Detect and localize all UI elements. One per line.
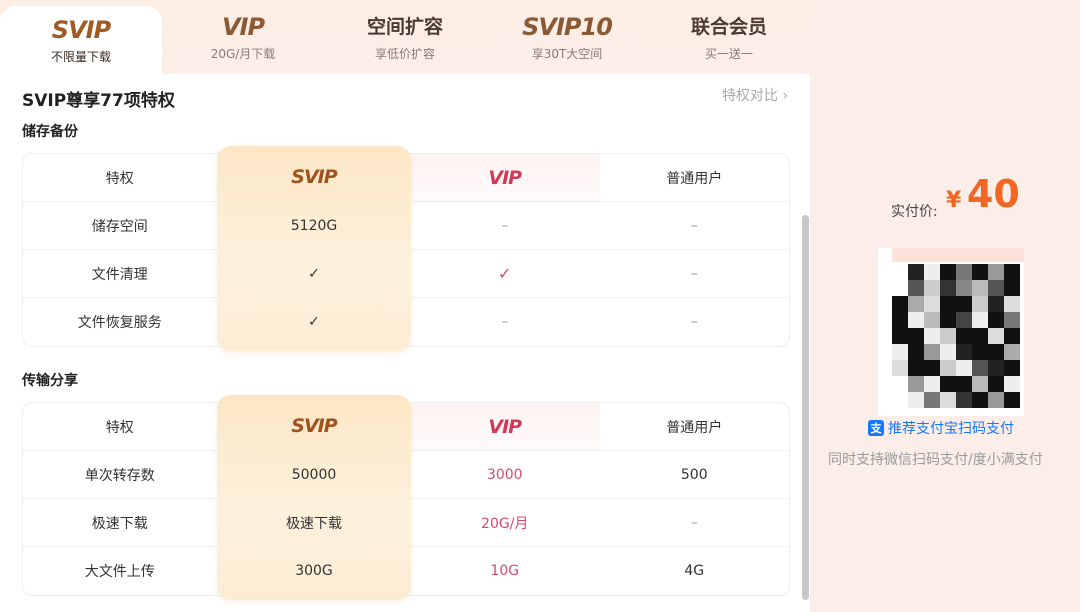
tab-title: 空间扩容 <box>366 15 443 38</box>
tab-subtitle: 买一送一 <box>704 46 753 61</box>
vip-check-icon: ✓ <box>498 264 512 283</box>
normal-value: – <box>690 217 698 234</box>
currency-symbol: ¥ <box>946 188 962 213</box>
svip-column-logo: SVIP <box>291 415 337 437</box>
vip-logo: VIP <box>221 12 265 41</box>
section-title-transfer: 传输分享 <box>22 373 78 389</box>
svip-value: 5120G <box>290 218 338 234</box>
tab-vip[interactable]: VIP 20G/月下载 <box>162 0 324 74</box>
price-value: ¥ 40 <box>946 172 1020 216</box>
privilege-name: 大文件上传 <box>84 564 155 580</box>
svip-logo: SVIP <box>51 15 111 44</box>
privilege-name: 单次转存数 <box>84 467 155 484</box>
normal-value: – <box>690 265 698 282</box>
svip-check-icon: ✓ <box>308 314 320 330</box>
tab-subtitle: 20G/月下载 <box>210 46 276 61</box>
privilege-name: 文件清理 <box>91 266 148 283</box>
section-title-storage: 储存备份 <box>22 124 78 140</box>
payment-methods-note: 同时支持微信扫码支付/度小满支付 <box>828 452 1043 468</box>
tab-subtitle: 不限量下载 <box>50 49 111 64</box>
svip-value: 50000 <box>291 467 337 483</box>
alipay-icon: 支 <box>868 420 884 436</box>
normal-value: – <box>690 314 698 330</box>
tab-title: 联合会员 <box>690 15 767 38</box>
svip-column-highlight: SVIP 5120G ✓ ✓ <box>217 146 411 351</box>
svip-column-highlight: SVIP 50000 极速下载 300G <box>217 395 411 600</box>
header-privilege: 特权 <box>105 170 134 187</box>
privilege-name: 极速下载 <box>91 515 148 532</box>
header-privilege: 特权 <box>105 419 134 436</box>
vip-value: 3000 <box>486 466 523 483</box>
svip-value: 极速下载 <box>286 516 342 532</box>
normal-value: 4G <box>684 563 705 579</box>
tab-svip10[interactable]: SVIP10 享30T大空间 <box>486 0 648 74</box>
price-amount: 40 <box>966 172 1020 216</box>
payment-qr-code <box>878 248 1024 416</box>
svip-check-icon: ✓ <box>308 266 320 282</box>
vip-value: – <box>501 314 509 330</box>
vip-value: 10G <box>490 563 520 579</box>
alipay-recommend: 支 推荐支付宝扫码支付 <box>868 418 1014 438</box>
page-heading: SVIP尊享77项特权 <box>22 91 175 111</box>
svip-value: 300G <box>295 563 333 579</box>
privilege-compare-link[interactable]: 特权对比 › <box>722 85 788 105</box>
alipay-text: 推荐支付宝扫码支付 <box>888 421 1014 437</box>
vertical-scrollbar[interactable] <box>802 215 809 600</box>
tab-joint-membership[interactable]: 联合会员 买一送一 <box>648 0 810 74</box>
tab-subtitle: 享低价扩容 <box>374 46 435 61</box>
tab-svip[interactable]: SVIP 不限量下载 <box>0 6 162 74</box>
privilege-name: 文件恢复服务 <box>77 315 162 331</box>
normal-value: 500 <box>680 466 708 483</box>
privilege-name: 储存空间 <box>91 218 148 235</box>
header-normal-user: 普通用户 <box>666 419 723 436</box>
tab-subtitle: 享30T大空间 <box>531 46 603 61</box>
svip-column-logo: SVIP <box>291 166 337 188</box>
privilege-panel: SVIP 不限量下载 VIP 20G/月下载 空间扩容 享低价扩容 SVIP10… <box>0 0 810 612</box>
normal-value: – <box>690 514 698 531</box>
vip-column-logo: VIP <box>488 166 522 189</box>
vip-column-logo: VIP <box>488 415 522 438</box>
price-label: 实付价: <box>891 204 938 220</box>
membership-tabs: SVIP 不限量下载 VIP 20G/月下载 空间扩容 享低价扩容 SVIP10… <box>0 0 810 74</box>
svip10-logo: SVIP10 <box>522 12 613 41</box>
vip-value: 20G/月 <box>481 515 529 532</box>
vip-value: – <box>501 217 509 234</box>
tab-space-expansion[interactable]: 空间扩容 享低价扩容 <box>324 0 486 74</box>
header-normal-user: 普通用户 <box>666 170 723 187</box>
